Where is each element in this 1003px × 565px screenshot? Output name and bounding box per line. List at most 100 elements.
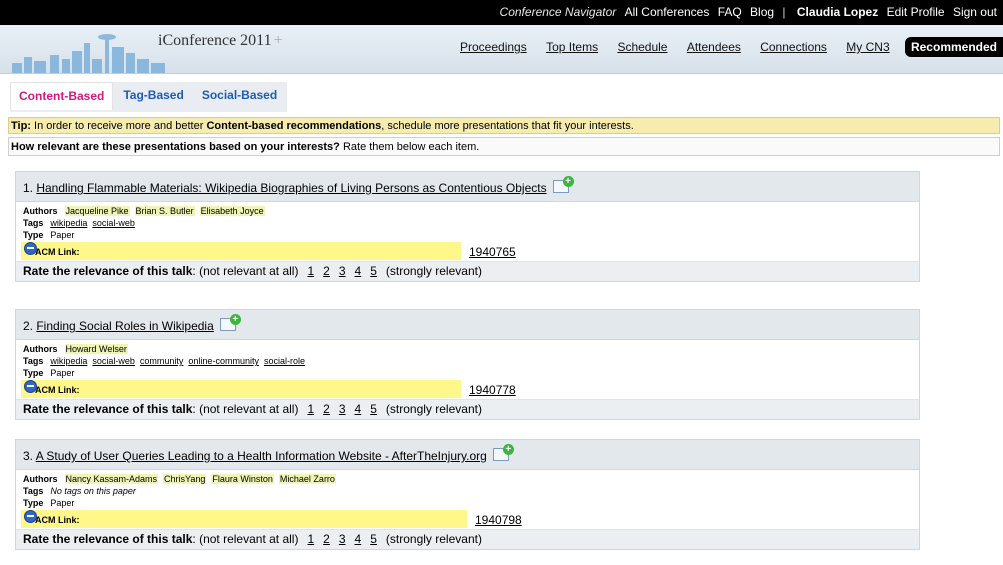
tab-tag-based[interactable]: Tag-Based <box>115 82 191 108</box>
question-strong: How relevant are these presentations bas… <box>11 141 340 153</box>
nav-proceedings[interactable]: Proceedings <box>460 40 527 54</box>
nav-recommended[interactable]: Recommended <box>904 37 1003 57</box>
rating-4-link[interactable]: 4 <box>355 264 362 278</box>
paper-title-link[interactable]: Finding Social Roles in Wikipedia <box>36 319 213 333</box>
tab-content-based[interactable]: Content-Based <box>10 82 114 110</box>
acm-highlight <box>21 380 461 398</box>
tags-label: Tags <box>23 356 44 366</box>
authors-label: Authors <box>23 206 58 216</box>
rating-4-link[interactable]: 4 <box>355 402 362 416</box>
rate-low-text: : (not relevant at all) <box>192 532 299 546</box>
plus-icon: + <box>562 176 574 187</box>
tip-strong: Content-based recommendations <box>206 120 382 132</box>
type-label: Type <box>23 498 44 508</box>
add-to-schedule-icon[interactable]: + <box>492 444 514 461</box>
rate-low-text: : (not relevant at all) <box>192 264 299 278</box>
type-row: Type Paper <box>23 497 912 509</box>
rating-5-link[interactable]: 5 <box>370 264 377 278</box>
rate-label: Rate the relevance of this talk <box>23 402 193 416</box>
paper-meta: Authors Jacqueline Pike Brian S. Butler Eli… <box>16 202 919 241</box>
site-header: iConference 2011 + Proceedings Top Items … <box>0 25 1003 74</box>
sign-out-link[interactable]: Sign out <box>953 5 997 19</box>
rating-2-link[interactable]: 2 <box>323 532 330 546</box>
tags-label: Tags <box>23 486 44 496</box>
blog-link[interactable]: Blog <box>750 5 774 19</box>
faq-link[interactable]: FAQ <box>718 5 742 19</box>
nav-my-cn3[interactable]: My CN3 <box>846 40 889 54</box>
tip-text-1: In order to receive more and better <box>30 120 207 132</box>
tag-link[interactable]: social-web <box>92 218 135 228</box>
tab-social-based[interactable]: Social-Based <box>194 82 285 108</box>
nav-attendees[interactable]: Attendees <box>687 40 741 54</box>
author-name[interactable]: Flaura Winston <box>211 474 274 484</box>
top-links: Conference Navigator All Conferences FAQ… <box>495 5 997 19</box>
paper-title-link[interactable]: A Study of User Queries Leading to a Hea… <box>36 449 487 463</box>
type-row: Type Paper <box>23 367 912 379</box>
tags-row: Tags No tags on this paper <box>23 485 912 497</box>
nav-top-items[interactable]: Top Items <box>546 40 598 54</box>
tab-row: Content-Based Tag-Based Social-Based <box>0 74 1003 112</box>
rating-2-link[interactable]: 2 <box>323 402 330 416</box>
rate-label: Rate the relevance of this talk <box>23 532 193 546</box>
acm-link-number[interactable]: 1940765 <box>469 245 516 259</box>
acm-link-number[interactable]: 1940778 <box>469 383 516 397</box>
paper-meta: Authors Nancy Kassam-Adams ChrisYang Flaura… <box>16 470 919 509</box>
paper-title-line: 3. A Study of User Queries Leading to a … <box>23 444 514 463</box>
paper-number: 1. <box>23 181 37 195</box>
tag-link[interactable]: wikipedia <box>50 356 87 366</box>
site-title-text: iConference 2011 <box>158 32 272 49</box>
paper-card: 1. Handling Flammable Materials: Wikiped… <box>15 171 920 282</box>
rating-1-link[interactable]: 1 <box>307 402 314 416</box>
recommendation-tabs: Content-Based Tag-Based Social-Based <box>10 82 288 112</box>
tip-box: Tip: In order to receive more and better… <box>8 117 1000 134</box>
rating-2-link[interactable]: 2 <box>323 264 330 278</box>
top-bar: Conference Navigator All Conferences FAQ… <box>0 0 1003 25</box>
rating-1-link[interactable]: 1 <box>307 532 314 546</box>
acm-link-row: ACM Link: 1940778 <box>21 379 919 399</box>
edit-profile-link[interactable]: Edit Profile <box>887 5 945 19</box>
paper-header: 1. Handling Flammable Materials: Wikiped… <box>16 172 919 202</box>
type-value: Paper <box>50 368 75 378</box>
author-name[interactable]: Michael Zarro <box>278 474 336 484</box>
author-name[interactable]: Howard Welser <box>64 344 128 354</box>
tip-label: Tip: <box>11 120 31 132</box>
rating-3-link[interactable]: 3 <box>339 402 346 416</box>
acm-link-number[interactable]: 1940798 <box>475 513 522 527</box>
nav-schedule[interactable]: Schedule <box>617 40 667 54</box>
tag-link[interactable]: community <box>140 356 184 366</box>
author-name[interactable]: Brian S. Butler <box>134 206 195 216</box>
author-name[interactable]: ChrisYang <box>163 474 207 484</box>
tag-link[interactable]: social-role <box>264 356 305 366</box>
user-name[interactable]: Claudia Lopez <box>797 5 878 19</box>
paper-title-line: 2. Finding Social Roles in Wikipedia + <box>23 314 241 333</box>
paper-header: 2. Finding Social Roles in Wikipedia + <box>16 310 919 340</box>
author-name[interactable]: Nancy Kassam-Adams <box>64 474 159 484</box>
rating-3-link[interactable]: 3 <box>339 264 346 278</box>
rating-5-link[interactable]: 5 <box>370 532 377 546</box>
tag-link[interactable]: social-web <box>92 356 135 366</box>
authors-row: Authors Nancy Kassam-Adams ChrisYang Flaura… <box>23 473 912 485</box>
author-name[interactable]: Jacqueline Pike <box>64 206 130 216</box>
paper-title-link[interactable]: Handling Flammable Materials: Wikipedia … <box>36 181 546 195</box>
add-to-schedule-icon[interactable]: + <box>219 314 241 331</box>
add-to-schedule-icon[interactable]: + <box>552 176 574 193</box>
type-label: Type <box>23 368 44 378</box>
paper-card: 2. Finding Social Roles in Wikipedia + Aut… <box>15 309 920 420</box>
paper-number: 3. <box>23 449 36 463</box>
rating-1-link[interactable]: 1 <box>307 264 314 278</box>
authors-row: Authors Jacqueline Pike Brian S. Butler Eli… <box>23 205 912 217</box>
rating-4-link[interactable]: 4 <box>355 532 362 546</box>
rating-row: Rate the relevance of this talk: (not re… <box>16 529 919 549</box>
rate-label: Rate the relevance of this talk <box>23 264 193 278</box>
type-row: Type Paper <box>23 229 912 241</box>
main-nav: Proceedings Top Items Schedule Attendees… <box>444 37 1003 57</box>
all-conferences-link[interactable]: All Conferences <box>625 5 710 19</box>
tags-label: Tags <box>23 218 44 228</box>
nav-connections[interactable]: Connections <box>760 40 827 54</box>
plus-mark-icon: + <box>273 32 283 49</box>
author-name[interactable]: Elisabeth Joyce <box>199 206 265 216</box>
tag-link[interactable]: wikipedia <box>50 218 87 228</box>
rating-5-link[interactable]: 5 <box>370 402 377 416</box>
tag-link[interactable]: online-community <box>188 356 259 366</box>
rating-3-link[interactable]: 3 <box>339 532 346 546</box>
